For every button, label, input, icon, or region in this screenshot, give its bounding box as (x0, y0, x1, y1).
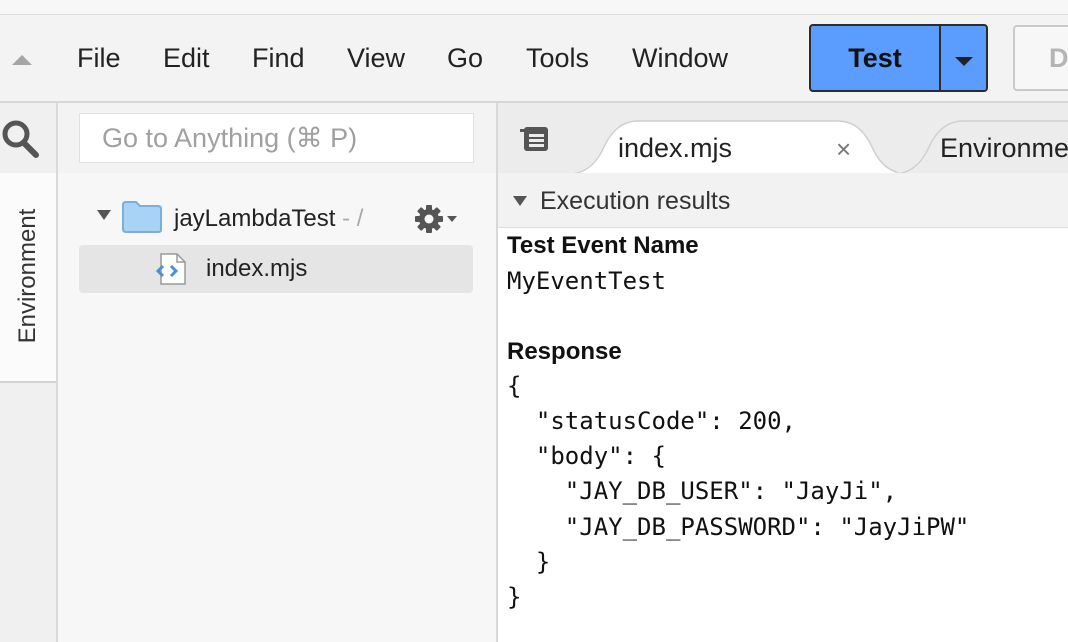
menu-edit[interactable]: Edit (163, 41, 210, 75)
tab-environment[interactable]: Environment (893, 117, 1068, 173)
test-button[interactable]: Test (811, 26, 939, 90)
response-line: "JAY_DB_USER": "JayJi", (507, 477, 898, 505)
test-event-name-label: Test Event Name (507, 232, 699, 259)
deploy-button[interactable]: D (1013, 25, 1068, 91)
caret-down-icon[interactable] (949, 54, 979, 68)
button-divider (939, 26, 941, 90)
folder-name: jayLambdaTest (174, 205, 336, 232)
caret-down-icon[interactable] (96, 209, 112, 221)
environment-tab[interactable]: Environment (0, 173, 56, 383)
folder-item[interactable]: jayLambdaTest - / (174, 203, 363, 235)
response-line: "body": { (507, 442, 666, 470)
menu-tools[interactable]: Tools (526, 41, 589, 75)
response-line: "statusCode": 200, (507, 407, 796, 435)
menu-file[interactable]: File (77, 41, 121, 75)
test-button-group: Test (809, 24, 988, 92)
collapse-icon[interactable] (10, 53, 34, 67)
top-strip (0, 0, 1068, 15)
tab-label: index.mjs (618, 133, 733, 163)
tab-label: Environment (940, 133, 1068, 163)
folder-icon (122, 201, 162, 233)
tab-bar: index.mjs × Environment (498, 103, 1068, 174)
folder-path: - / (335, 205, 364, 232)
editor-pane: index.mjs × Environment Execution result… (498, 103, 1068, 642)
close-icon[interactable]: × (836, 135, 851, 163)
menu-bar: File Edit Find View Go Tools Window Test… (0, 15, 1068, 103)
search-icon[interactable] (0, 117, 40, 159)
response-line: { (507, 372, 522, 400)
response-line: } (507, 548, 551, 576)
execution-results-title: Execution results (540, 187, 731, 215)
file-name: index.mjs (206, 255, 308, 282)
file-code-icon (155, 253, 186, 285)
tabs-menu-icon[interactable] (518, 125, 550, 153)
menu-find[interactable]: Find (252, 41, 305, 75)
response-line: "JAY_DB_PASSWORD": "JayJiPW" (507, 513, 970, 541)
test-event-name-value: MyEventTest (507, 267, 666, 295)
menu-window[interactable]: Window (632, 41, 728, 75)
menu-go[interactable]: Go (447, 41, 483, 75)
caret-down-icon (513, 196, 527, 206)
execution-results-body: Test Event Name MyEventTest Response { "… (498, 228, 1068, 642)
menu-view[interactable]: View (347, 41, 405, 75)
file-item[interactable]: index.mjs (79, 245, 473, 293)
file-panel: Go to Anything (⌘ P) jayLambdaTest - / i… (58, 103, 498, 642)
tab-index-mjs[interactable]: index.mjs × (568, 117, 908, 173)
left-rail: Environment (0, 103, 58, 642)
response-label: Response (507, 338, 622, 365)
gear-icon[interactable] (411, 201, 461, 237)
file-tree: jayLambdaTest - / index.mjs (58, 173, 496, 642)
execution-results-header[interactable]: Execution results (498, 173, 1068, 228)
go-to-anything-input[interactable]: Go to Anything (⌘ P) (79, 113, 474, 163)
environment-tab-label: Environment (14, 208, 41, 344)
response-line: } (507, 583, 522, 611)
